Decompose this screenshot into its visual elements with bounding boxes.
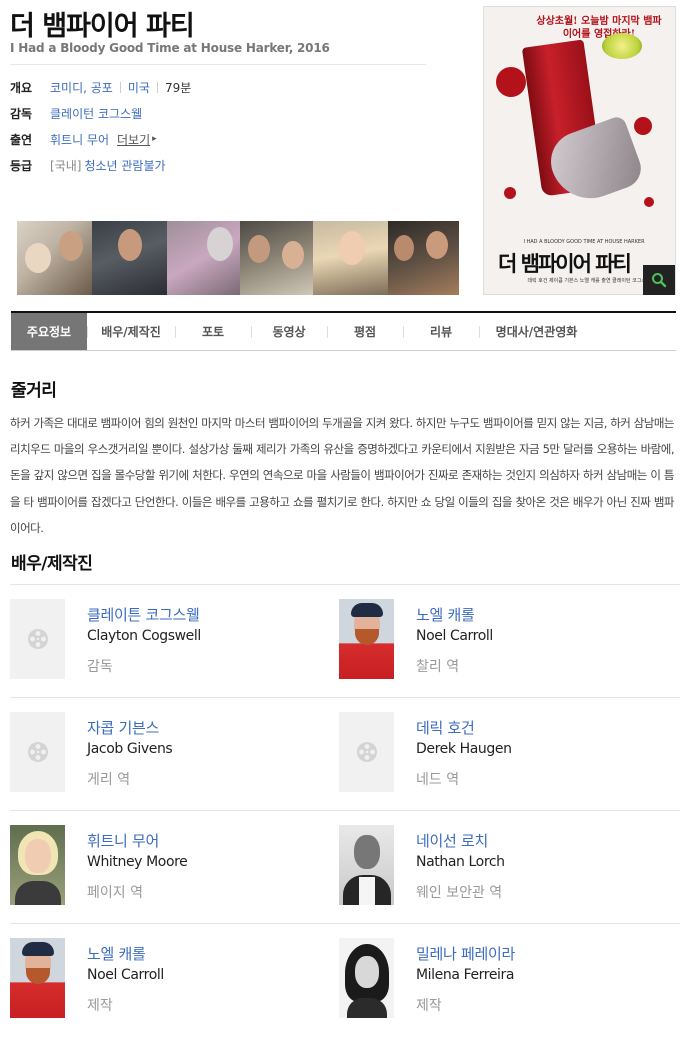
- info-row-cast: 출연 휘트니 무어 더보기 ▸: [10, 126, 191, 152]
- still-image[interactable]: [388, 221, 459, 295]
- info-key-rating: 등급: [10, 158, 33, 173]
- runtime: 79분: [164, 80, 192, 95]
- still-image[interactable]: [313, 221, 388, 295]
- info-row-rating: 등급 [국내] 청소년 관람불가: [10, 152, 191, 178]
- movie-info: 개요 코미디, 공포 미국 79분 감독 클레이턴 코그스웰 출연 휘트니 무어…: [10, 74, 191, 178]
- person-english-name: Noel Carroll: [87, 967, 164, 983]
- genre-link[interactable]: 코미디, 공포: [50, 79, 113, 96]
- person-english-name: Nathan Lorch: [416, 854, 505, 870]
- cast-heading: 배우/제작진: [11, 554, 93, 574]
- person-role: 게리 역: [87, 772, 131, 788]
- tab-review[interactable]: 리뷰: [403, 313, 479, 350]
- tab-rating[interactable]: 평점: [327, 313, 403, 350]
- person-english-name: Jacob Givens: [87, 741, 173, 757]
- search-icon: [652, 273, 667, 288]
- info-separator: [156, 81, 158, 93]
- person-english-name: Noel Carroll: [416, 628, 493, 644]
- film-reel-icon: [27, 742, 48, 762]
- movie-title: 더 뱀파이어 파티: [10, 11, 195, 42]
- tab-quotes-related[interactable]: 명대사/연관영화: [479, 313, 594, 350]
- person-role: 찰리 역: [416, 659, 460, 675]
- person-korean-name[interactable]: 노엘 캐롤: [416, 605, 493, 625]
- person-photo[interactable]: [339, 712, 394, 792]
- info-key-overview: 개요: [10, 80, 33, 95]
- film-reel-icon: [27, 629, 48, 649]
- more-cast-link[interactable]: 더보기: [117, 131, 150, 148]
- poster-small-credit: I HAD A BLOODY GOOD TIME AT HOUSE HARKER: [523, 239, 645, 245]
- person-korean-name[interactable]: 클레이튼 코그스웰: [87, 605, 201, 625]
- poster-tagline: 상상초월! 오늘밤 마지막 뱀파이어를 영접하라!: [536, 16, 662, 40]
- person-card: 데릭 호건 Derek Haugen 네드 역: [339, 698, 668, 810]
- person-english-name: Derek Haugen: [416, 741, 512, 757]
- cast-row: 자콥 기븐스 Jacob Givens 게리 역 데릭 호건 Derek Hau…: [10, 698, 680, 811]
- person-role: 페이지 역: [87, 885, 143, 901]
- synopsis-heading: 줄거리: [11, 381, 57, 401]
- info-key-cast: 출연: [10, 132, 33, 147]
- poster-lime-art: [602, 33, 642, 59]
- person-english-name: Whitney Moore: [87, 854, 188, 870]
- poster-zoom-button[interactable]: [643, 265, 675, 295]
- tab-bar: 주요정보 배우/제작진 포토 동영상 평점 리뷰 명대사/연관영화: [11, 311, 676, 351]
- person-english-name: Clayton Cogswell: [87, 628, 201, 644]
- person-card: 휘트니 무어 Whitney Moore 페이지 역: [10, 811, 339, 923]
- person-role: 네드 역: [416, 772, 460, 788]
- person-korean-name[interactable]: 네이선 로치: [416, 831, 505, 851]
- person-card: 노엘 캐롤 Noel Carroll 제작: [10, 924, 339, 1037]
- person-card: 클레이튼 코그스웰 Clayton Cogswell 감독: [10, 585, 339, 697]
- tab-cast-crew[interactable]: 배우/제작진: [87, 313, 175, 350]
- person-card: 네이선 로치 Nathan Lorch 웨인 보안관 역: [339, 811, 668, 923]
- person-photo[interactable]: [10, 599, 65, 679]
- still-image[interactable]: [240, 221, 313, 295]
- rating-prefix: [국내]: [50, 158, 82, 173]
- poster-title: 더 뱀파이어 파티: [498, 252, 632, 276]
- person-photo[interactable]: [10, 938, 65, 1018]
- person-photo[interactable]: [339, 825, 394, 905]
- header-divider: [10, 64, 426, 65]
- person-role: 감독: [87, 659, 113, 675]
- person-role: 제작: [416, 998, 442, 1014]
- person-english-name: Milena Ferreira: [416, 967, 515, 983]
- person-korean-name[interactable]: 노엘 캐롤: [87, 944, 164, 964]
- person-korean-name[interactable]: 휘트니 무어: [87, 831, 187, 851]
- person-photo[interactable]: [10, 712, 65, 792]
- person-card: 자콥 기븐스 Jacob Givens 게리 역: [10, 698, 339, 810]
- person-card: 노엘 캐롤 Noel Carroll 찰리 역: [339, 585, 668, 697]
- tab-photo[interactable]: 포토: [175, 313, 251, 350]
- movie-poster[interactable]: 상상초월! 오늘밤 마지막 뱀파이어를 영접하라! I HAD A BLOODY…: [483, 6, 676, 295]
- still-image[interactable]: [17, 221, 92, 295]
- poster-cast-credit: 데릭 호건 제이콥 기븐스 노엘 캐롤 출연 클레이턴 코그스웰: [527, 278, 651, 284]
- cast-row: 휘트니 무어 Whitney Moore 페이지 역 네이선 로치 Nathan…: [10, 811, 680, 924]
- cast-row: 노엘 캐롤 Noel Carroll 제작 밀레나 페레이라 Milena Fe…: [10, 924, 680, 1037]
- person-korean-name[interactable]: 자콥 기븐스: [87, 718, 172, 738]
- country-link[interactable]: 미국: [128, 79, 150, 96]
- still-image[interactable]: [167, 221, 240, 295]
- info-row-overview: 개요 코미디, 공포 미국 79분: [10, 74, 191, 100]
- info-row-director: 감독 클레이턴 코그스웰: [10, 100, 191, 126]
- film-reel-icon: [356, 742, 377, 762]
- rating-link[interactable]: 청소년 관람불가: [84, 157, 165, 174]
- synopsis-text: 하커 가족은 대대로 뱀파이어 힘의 원천인 마지막 마스터 뱀파이어의 두개골…: [10, 416, 675, 535]
- person-photo[interactable]: [339, 938, 394, 1018]
- tab-main-info[interactable]: 주요정보: [11, 313, 87, 350]
- chevron-right-icon: ▸: [152, 134, 157, 144]
- person-card: 밀레나 페레이라 Milena Ferreira 제작: [339, 924, 668, 1037]
- lead-actor-link[interactable]: 휘트니 무어: [50, 131, 109, 148]
- person-role: 웨인 보안관 역: [416, 885, 503, 901]
- person-role: 제작: [87, 998, 113, 1014]
- tab-video[interactable]: 동영상: [251, 313, 327, 350]
- still-image[interactable]: [92, 221, 167, 295]
- person-photo[interactable]: [339, 599, 394, 679]
- info-key-director: 감독: [10, 106, 33, 121]
- cast-list: 클레이튼 코그스웰 Clayton Cogswell 감독 노엘 캐롤 Noel…: [10, 585, 680, 1037]
- person-korean-name[interactable]: 밀레나 페레이라: [416, 944, 515, 964]
- cast-row: 클레이튼 코그스웰 Clayton Cogswell 감독 노엘 캐롤 Noel…: [10, 585, 680, 698]
- person-korean-name[interactable]: 데릭 호건: [416, 718, 512, 738]
- stills-strip: [17, 221, 459, 295]
- info-separator: [119, 81, 121, 93]
- person-photo[interactable]: [10, 825, 65, 905]
- director-link[interactable]: 클레이턴 코그스웰: [50, 105, 142, 122]
- original-title: I Had a Bloody Good Time at House Harker…: [10, 41, 330, 55]
